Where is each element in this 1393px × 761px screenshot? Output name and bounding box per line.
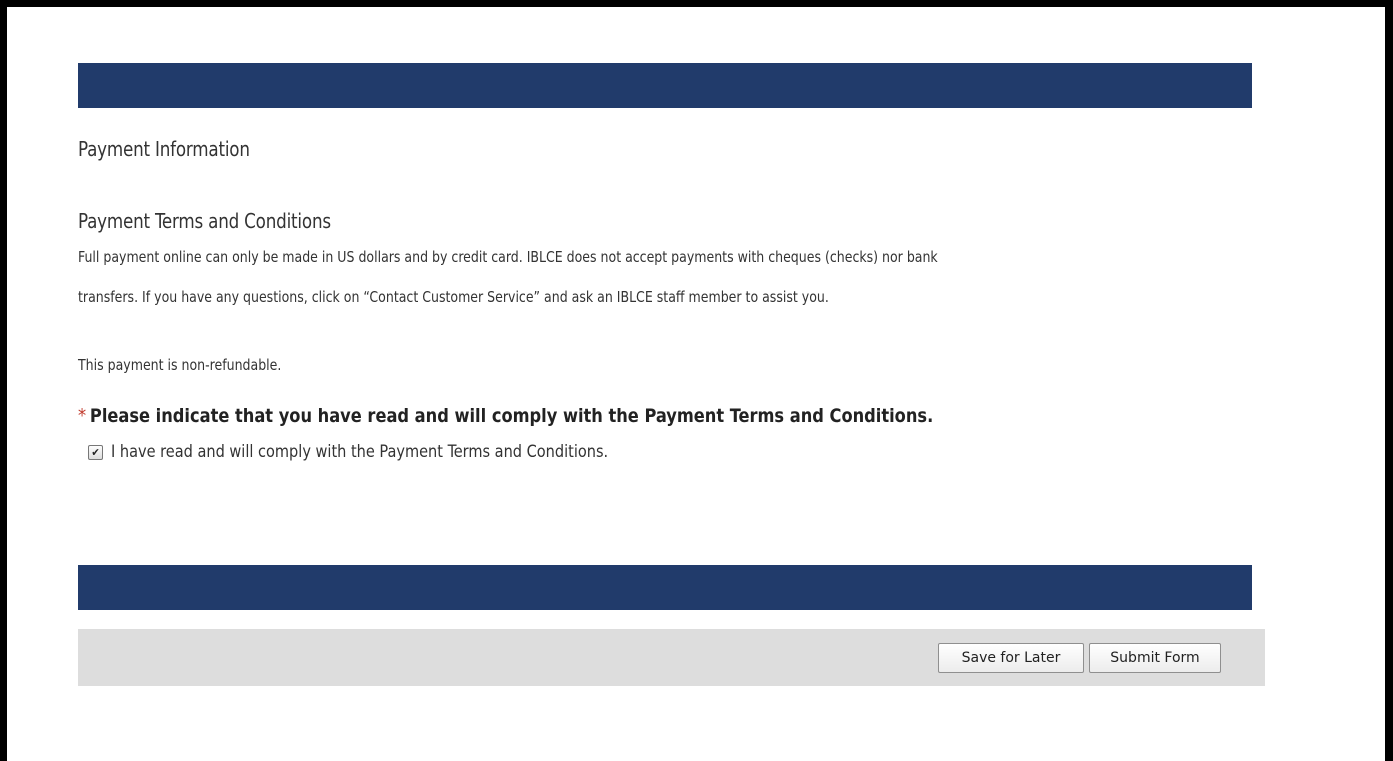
header-band [78, 63, 1252, 108]
footer-band [78, 565, 1252, 610]
terms-text-line-2: transfers. If you have any questions, cl… [78, 288, 829, 306]
agreement-checkbox[interactable]: ✔ [88, 444, 103, 460]
agreement-question: * Please indicate that you have read and … [78, 405, 933, 427]
form-action-bar: Save for Later Submit Form [78, 629, 1265, 686]
payment-terms-heading: Payment Terms and Conditions [78, 209, 331, 233]
checkmark-icon: ✔ [91, 445, 100, 459]
submit-form-button[interactable]: Submit Form [1089, 643, 1221, 673]
save-for-later-button[interactable]: Save for Later [938, 643, 1084, 673]
agreement-question-text: Please indicate that you have read and w… [89, 405, 934, 427]
non-refundable-notice: This payment is non-refundable. [78, 356, 282, 374]
terms-text-line-1: Full payment online can only be made in … [78, 248, 938, 266]
required-asterisk: * [78, 405, 87, 427]
payment-information-heading: Payment Information [78, 137, 250, 161]
agreement-checkbox-label[interactable]: I have read and will comply with the Pay… [111, 442, 608, 462]
agreement-checkbox-row[interactable]: ✔ I have read and will comply with the P… [88, 442, 634, 462]
